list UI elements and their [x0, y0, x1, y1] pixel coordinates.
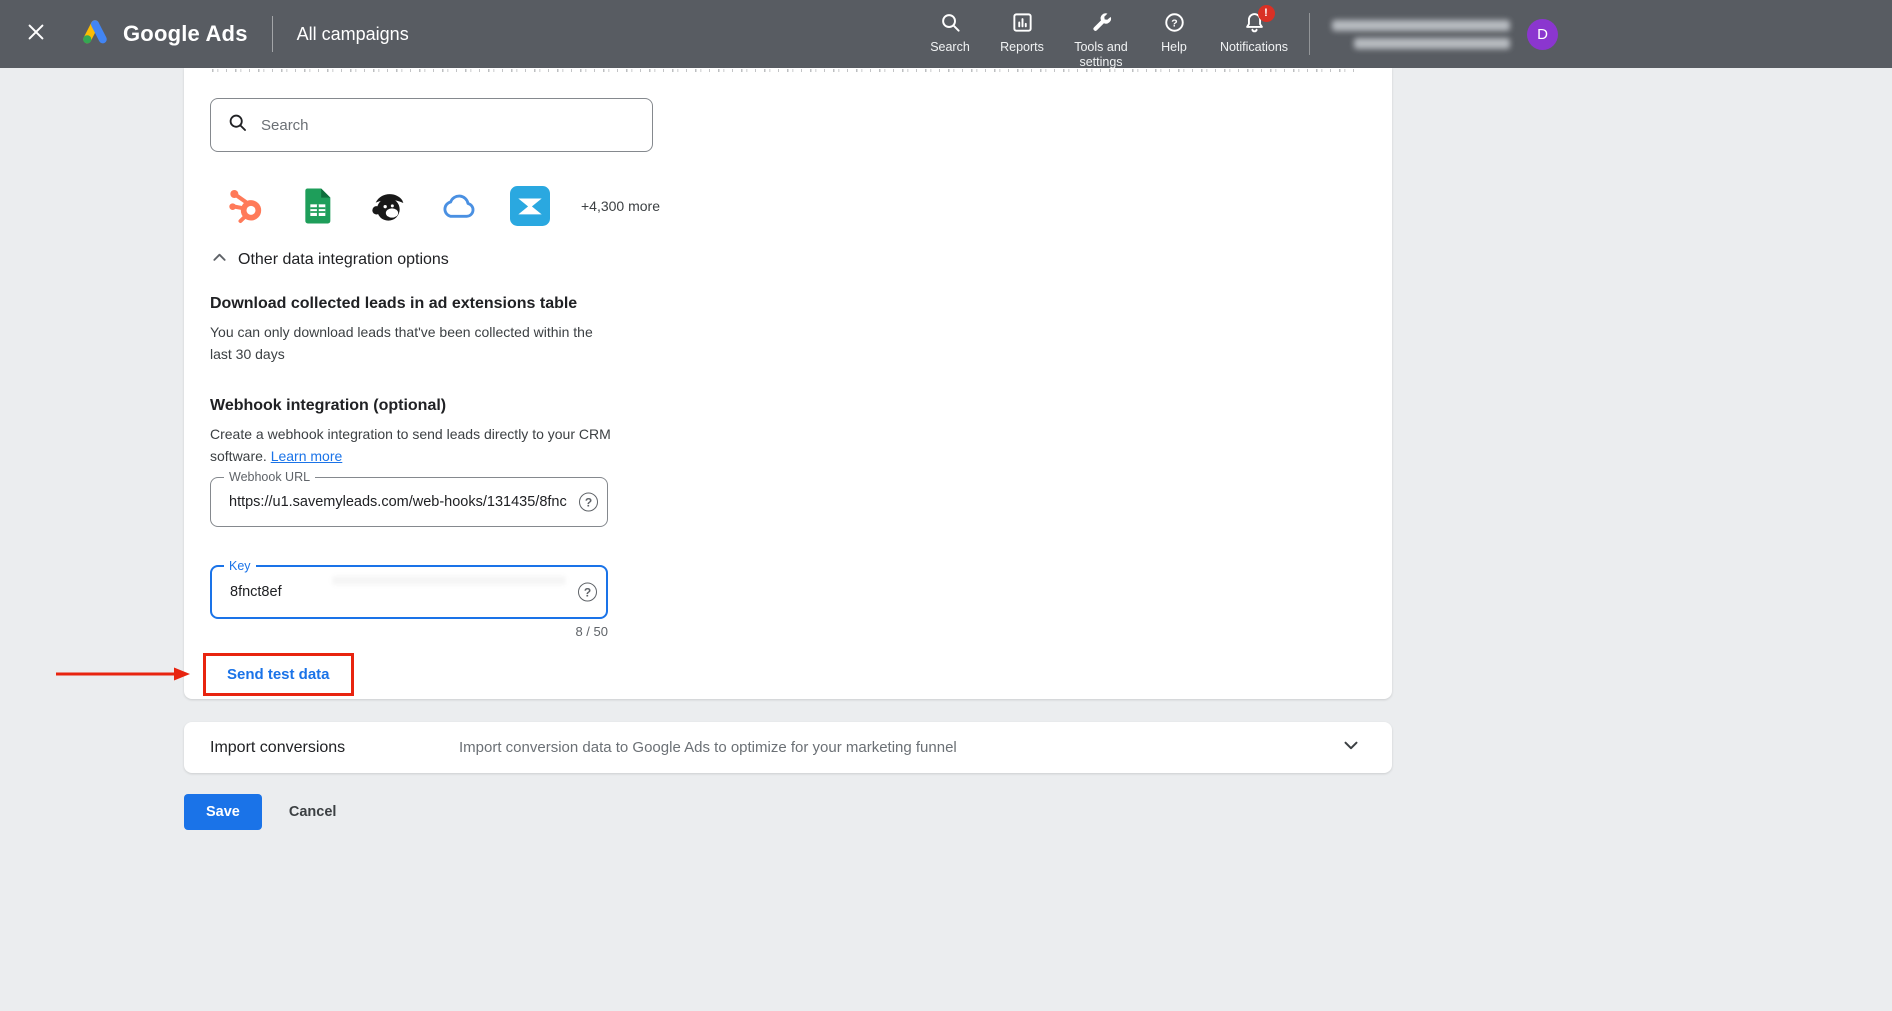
download-leads-title: Download collected leads in ad extension… [210, 293, 1392, 315]
wrench-icon [1090, 11, 1113, 34]
lead-delivery-card: +4,300 more Other data integration optio… [184, 68, 1392, 699]
header-nav: Search Reports Tools and settings ? Help [921, 0, 1297, 70]
webhook-url-input[interactable] [211, 478, 607, 526]
brand-name: Google Ads [123, 21, 248, 47]
mail-app-icon[interactable] [510, 186, 550, 226]
mailchimp-icon[interactable] [368, 186, 408, 226]
webhook-url-field[interactable]: Webhook URL ? [210, 477, 608, 527]
send-test-row: Send test data [210, 653, 1392, 696]
brand[interactable]: Google Ads [79, 17, 248, 52]
close-button[interactable] [19, 17, 53, 51]
nav-notifications[interactable]: ! Notifications [1211, 11, 1297, 55]
breadcrumb: All campaigns [297, 24, 409, 45]
cancel-button[interactable]: Cancel [289, 804, 337, 820]
avatar[interactable]: D [1527, 19, 1558, 50]
google-sheets-icon[interactable] [297, 186, 337, 226]
help-circle-icon[interactable]: ? [579, 493, 598, 512]
help-icon: ? [1163, 11, 1186, 34]
chevron-down-icon [1340, 734, 1362, 761]
notification-badge: ! [1258, 5, 1275, 22]
nav-tools-settings-label: Tools and settings [1065, 40, 1137, 70]
account-name-blurred [1332, 20, 1510, 31]
nav-search-label: Search [930, 40, 970, 55]
reports-icon [1011, 11, 1034, 34]
nav-help[interactable]: ? Help [1151, 11, 1197, 55]
header-divider [272, 16, 273, 52]
save-button[interactable]: Save [184, 794, 262, 830]
nav-reports-label: Reports [1000, 40, 1044, 55]
nav-notifications-label: Notifications [1220, 40, 1288, 55]
main-content: +4,300 more Other data integration optio… [0, 68, 1892, 830]
webhook-key-field[interactable]: Key ? [210, 565, 608, 619]
send-test-data-button[interactable]: Send test data [227, 666, 330, 683]
integration-icons-row: +4,300 more [226, 183, 1392, 229]
nav-reports[interactable]: Reports [993, 11, 1051, 55]
search-icon [939, 11, 962, 34]
annotation-highlight-box: Send test data [203, 653, 354, 696]
import-conversions-row[interactable]: Import conversions Import conversion dat… [184, 722, 1392, 773]
help-circle-icon[interactable]: ? [578, 583, 597, 602]
svg-text:?: ? [1171, 18, 1177, 30]
webhook-section-title: Webhook integration (optional) [210, 395, 1392, 417]
webhook-section-description: Create a webhook integration to send lea… [210, 423, 622, 467]
search-input[interactable] [261, 117, 638, 134]
cloud-icon[interactable] [439, 186, 479, 226]
top-app-bar: Google Ads All campaigns Search Reports [0, 0, 1892, 68]
nav-help-label: Help [1161, 40, 1187, 55]
google-ads-logo-icon [79, 17, 111, 52]
webhook-key-input[interactable] [212, 567, 606, 617]
hubspot-icon[interactable] [226, 186, 266, 226]
nav-search[interactable]: Search [921, 11, 979, 55]
account-email-blurred [1354, 38, 1510, 49]
learn-more-link[interactable]: Learn more [271, 448, 343, 464]
search-icon [227, 112, 248, 138]
google-ads-screen: Google Ads All campaigns Search Reports [0, 0, 1892, 1011]
account-info-redacted[interactable] [1328, 20, 1510, 49]
other-options-label: Other data integration options [238, 251, 449, 269]
key-char-counter: 8 / 50 [210, 624, 608, 642]
annotation-arrow [55, 666, 191, 687]
clipped-text-remnant [212, 68, 1362, 74]
bell-icon: ! [1243, 11, 1266, 34]
download-leads-description: You can only download leads that've been… [210, 321, 612, 365]
nav-tools-settings[interactable]: Tools and settings [1065, 11, 1137, 70]
account-divider [1309, 13, 1310, 55]
close-icon [25, 21, 47, 48]
integration-search-box[interactable] [210, 98, 653, 152]
form-footer: Save Cancel [184, 794, 1892, 830]
more-integrations-label: +4,300 more [581, 198, 660, 214]
chevron-up-icon [210, 248, 229, 272]
import-conversions-title: Import conversions [210, 739, 345, 757]
avatar-initial: D [1537, 26, 1548, 43]
import-conversions-description: Import conversion data to Google Ads to … [459, 739, 957, 756]
other-options-toggle[interactable]: Other data integration options [210, 249, 1392, 271]
